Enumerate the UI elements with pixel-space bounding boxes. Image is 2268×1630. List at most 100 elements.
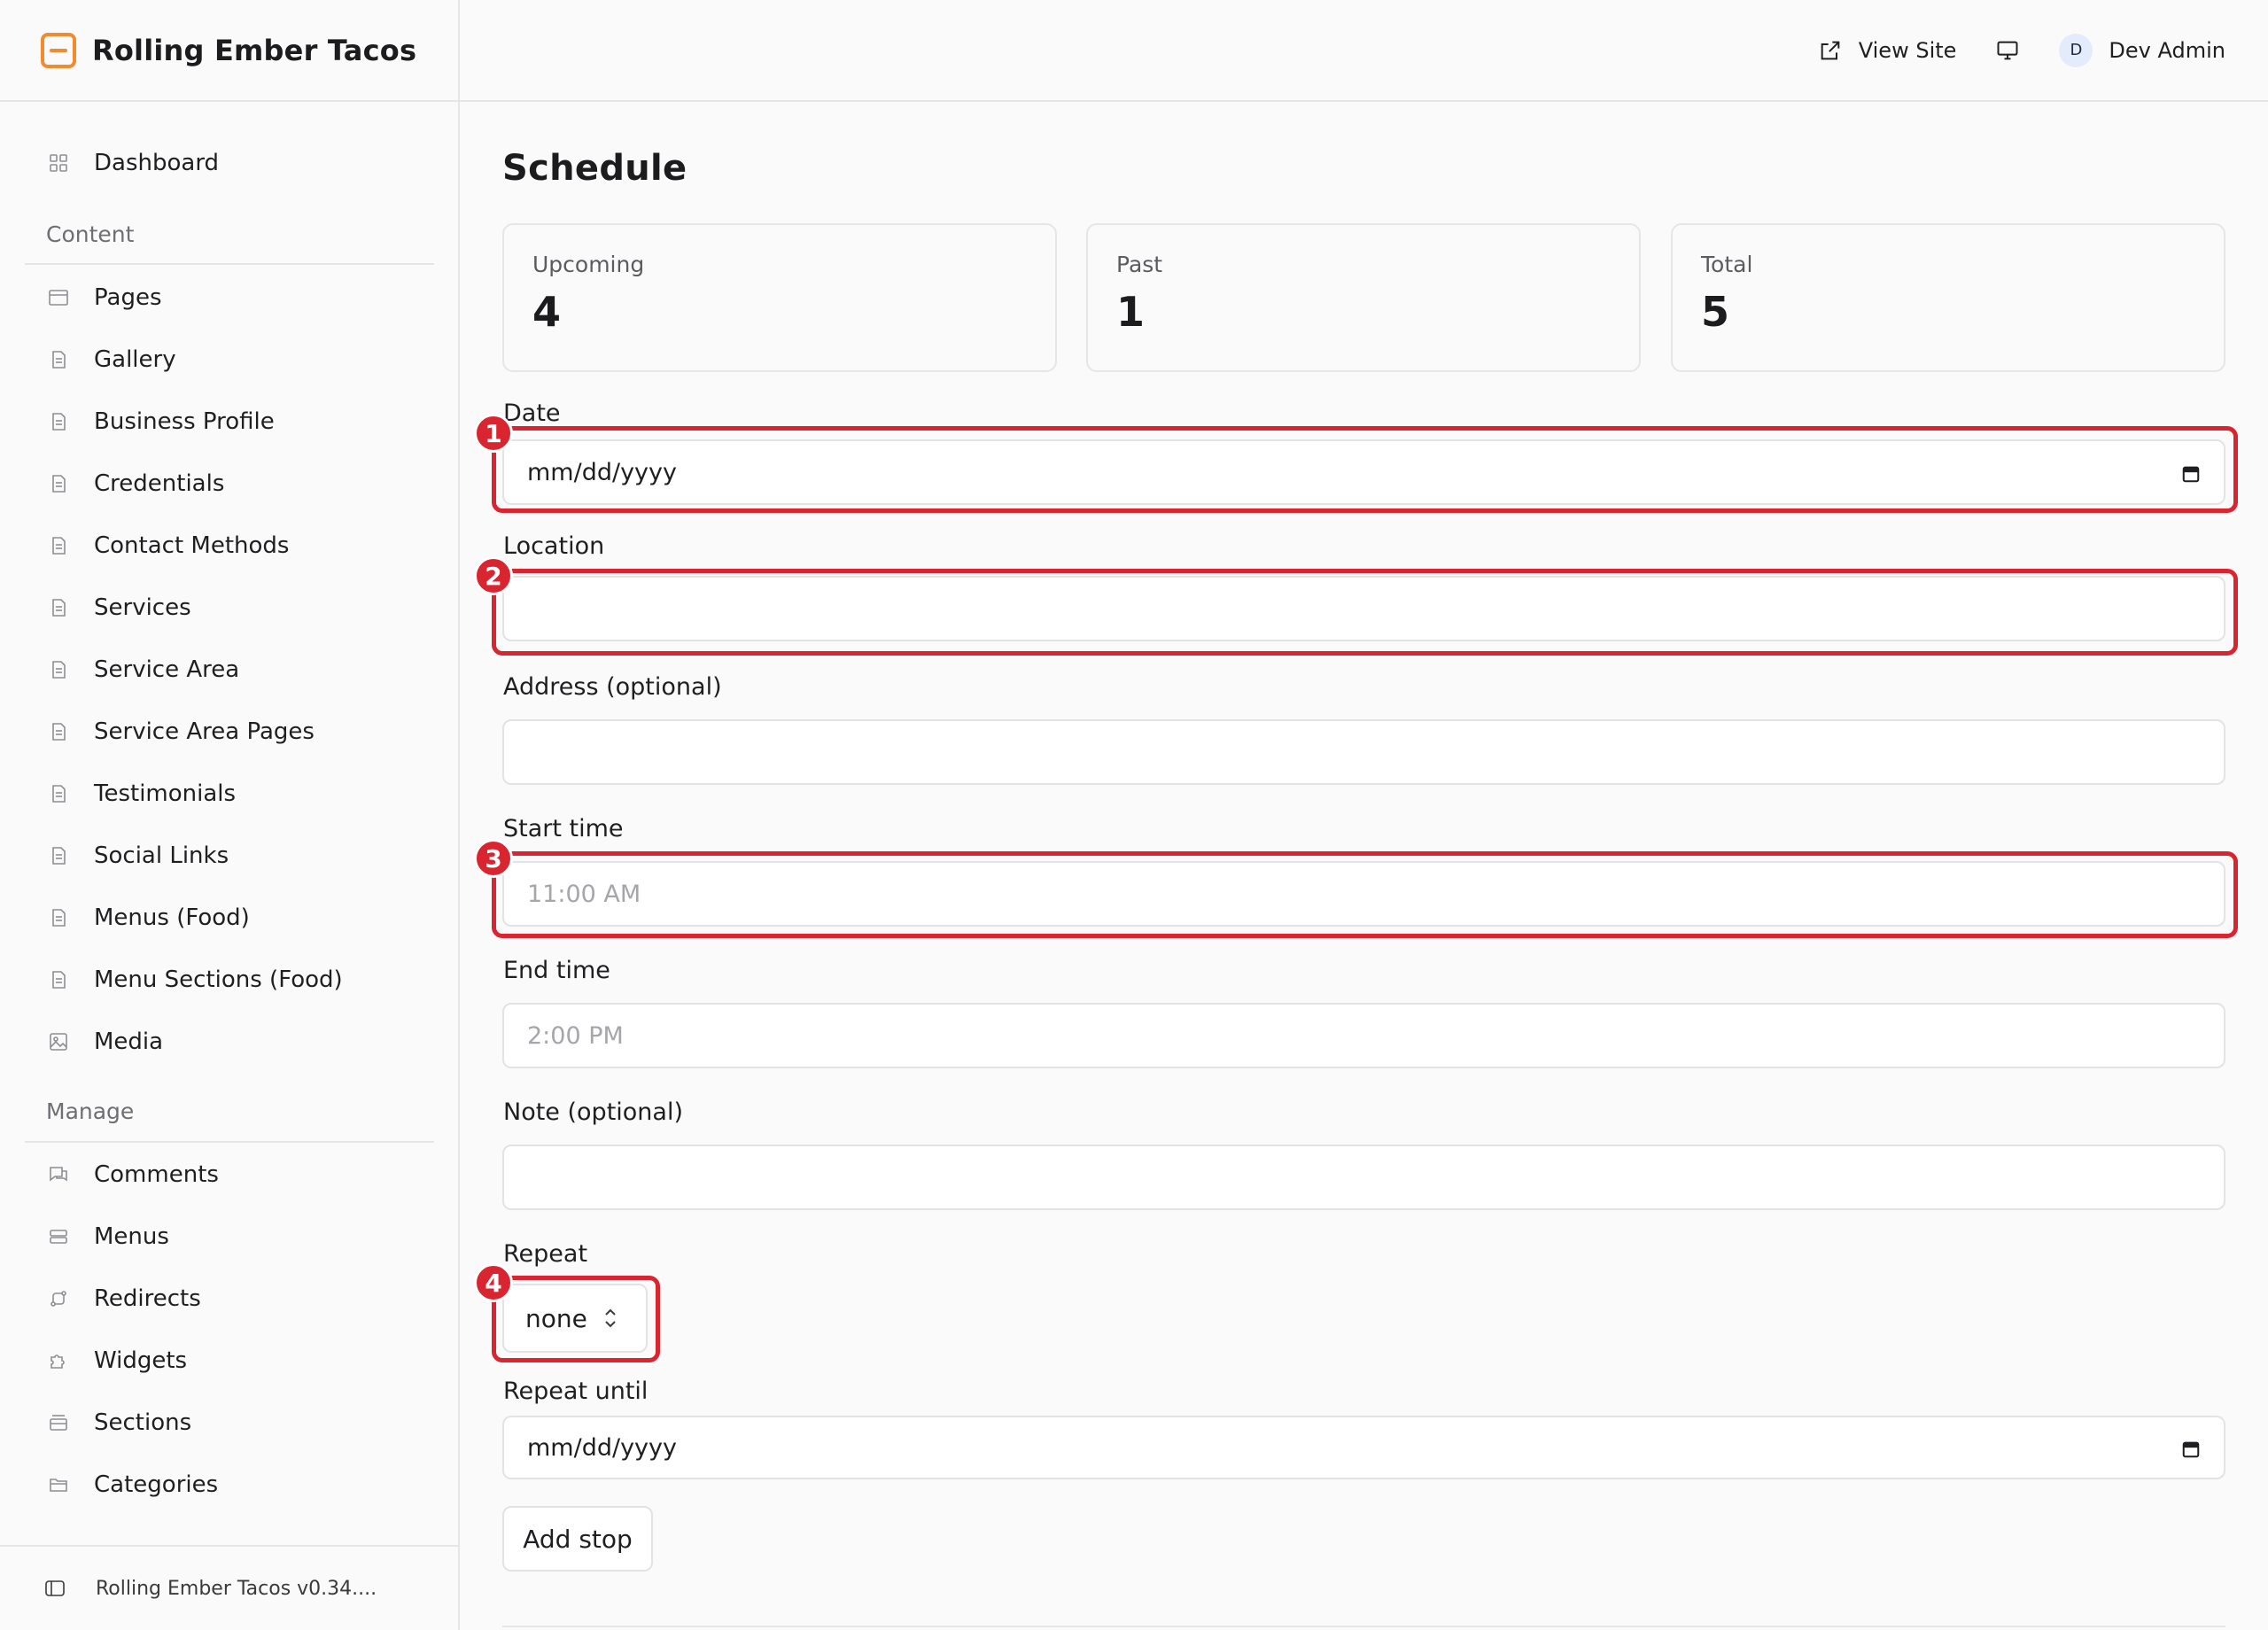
sidebar-item-label: Service Area Pages [94, 718, 315, 745]
comments-icon [48, 1163, 69, 1186]
view-site-link[interactable]: View Site [1818, 37, 1957, 63]
app-version: Rolling Ember Tacos v0.34.... [96, 1577, 377, 1600]
sidebar-item-contact-methods[interactable]: Contact Methods [25, 519, 434, 572]
sidebar-item-label: Menu Sections (Food) [94, 966, 343, 993]
document-icon [48, 906, 69, 929]
document-icon [48, 348, 69, 371]
puzzle-icon [48, 1349, 69, 1372]
calendar-icon[interactable] [2181, 1438, 2201, 1458]
end-time-label: End time [503, 957, 610, 984]
sidebar-toggle-icon[interactable] [44, 1577, 66, 1600]
date-label: Date [503, 400, 561, 427]
stat-label: Total [1701, 252, 1753, 277]
repeat-until-value: mm/dd/yyyy [527, 1433, 677, 1462]
sidebar-item-label: Media [94, 1028, 164, 1055]
sidebar-item-label: Contact Methods [94, 532, 290, 559]
sidebar-item-label: Sections [94, 1409, 192, 1436]
image-icon [48, 1030, 69, 1053]
address-label: Address (optional) [503, 673, 722, 701]
annotation-marker-4: 4 [474, 1263, 513, 1302]
sidebar-item-menus[interactable]: Menus [25, 1210, 434, 1263]
sidebar-item-label: Testimonials [94, 780, 237, 807]
sidebar-item-service-area-pages[interactable]: Service Area Pages [25, 705, 434, 758]
address-input[interactable] [502, 719, 2225, 785]
document-icon [48, 968, 69, 991]
section-divider [502, 1626, 2225, 1627]
end-time-input[interactable]: 2:00 PM [502, 1003, 2225, 1068]
sidebar-item-label: Categories [94, 1471, 219, 1498]
topbar-actions: View Site D Dev Admin [1818, 0, 2225, 100]
repeat-label: Repeat [503, 1240, 588, 1268]
document-icon [48, 534, 69, 557]
sidebar-item-menus-food[interactable]: Menus (Food) [25, 891, 434, 944]
redirect-icon [48, 1287, 69, 1310]
document-icon [48, 720, 69, 743]
sidebar-item-label: Credentials [94, 470, 225, 497]
sidebar: Rolling Ember Tacos Dashboard Content Pa… [0, 0, 460, 1630]
external-link-icon [1818, 38, 1859, 63]
sidebar-item-label: Redirects [94, 1285, 201, 1312]
sidebar-item-label: Pages [94, 284, 162, 311]
annotation-highlight-location [492, 569, 2238, 656]
sidebar-footer: Rolling Ember Tacos v0.34.... [0, 1545, 458, 1630]
stat-card-total: Total 5 [1671, 223, 2225, 372]
browser-icon [48, 286, 69, 309]
brand-name: Rolling Ember Tacos [92, 33, 417, 67]
stat-value: 4 [532, 288, 562, 336]
document-icon [48, 472, 69, 495]
sidebar-item-label: Social Links [94, 842, 229, 869]
user-menu[interactable]: D Dev Admin [2059, 33, 2225, 67]
display-toggle-button[interactable] [1993, 36, 2022, 65]
sidebar-item-sections[interactable]: Sections [25, 1396, 434, 1449]
sidebar-item-services[interactable]: Services [25, 581, 434, 634]
folder-icon [48, 1473, 69, 1496]
grid-icon [48, 151, 69, 175]
stat-label: Upcoming [532, 252, 645, 277]
sidebar-item-social-links[interactable]: Social Links [25, 829, 434, 882]
annotation-highlight-repeat [492, 1276, 660, 1362]
sidebar-item-gallery[interactable]: Gallery [25, 333, 434, 386]
sidebar-item-menu-sections-food[interactable]: Menu Sections (Food) [25, 953, 434, 1006]
sidebar-section-content: Content [46, 221, 135, 247]
note-input[interactable] [502, 1145, 2225, 1210]
sidebar-item-label: Widgets [94, 1347, 188, 1374]
page-title: Schedule [502, 148, 687, 189]
stat-card-upcoming: Upcoming 4 [502, 223, 1057, 372]
stat-label: Past [1116, 252, 1163, 277]
document-icon [48, 596, 69, 619]
sidebar-item-comments[interactable]: Comments [25, 1148, 434, 1201]
document-icon [48, 782, 69, 805]
annotation-marker-1: 1 [474, 414, 513, 453]
brand[interactable]: Rolling Ember Tacos [0, 0, 458, 102]
sidebar-item-label: Dashboard [94, 150, 220, 176]
avatar: D [2059, 33, 2093, 67]
document-icon [48, 658, 69, 681]
add-stop-button[interactable]: Add stop [502, 1506, 653, 1572]
topbar: View Site D Dev Admin [460, 0, 2268, 102]
sidebar-item-label: Services [94, 594, 191, 621]
document-icon [48, 844, 69, 867]
repeat-until-input[interactable]: mm/dd/yyyy [502, 1416, 2225, 1479]
sidebar-item-service-area[interactable]: Service Area [25, 643, 434, 696]
sidebar-item-redirects[interactable]: Redirects [25, 1272, 434, 1325]
sidebar-item-dashboard[interactable]: Dashboard [25, 136, 434, 190]
sidebar-item-pages[interactable]: Pages [25, 271, 434, 324]
annotation-highlight-start-time [492, 851, 2238, 938]
sidebar-item-categories[interactable]: Categories [25, 1458, 434, 1511]
sections-icon [48, 1411, 69, 1434]
annotation-marker-3: 3 [474, 839, 513, 878]
sidebar-item-widgets[interactable]: Widgets [25, 1334, 434, 1387]
annotation-highlight-date [492, 426, 2238, 513]
sidebar-item-credentials[interactable]: Credentials [25, 457, 434, 510]
sidebar-item-media[interactable]: Media [25, 1015, 434, 1068]
sidebar-item-label: Service Area [94, 656, 240, 683]
sidebar-item-business-profile[interactable]: Business Profile [25, 395, 434, 448]
stat-value: 1 [1116, 288, 1146, 336]
start-time-label: Start time [503, 815, 624, 842]
view-site-label: View Site [1858, 37, 1957, 63]
sidebar-item-label: Business Profile [94, 408, 275, 435]
sidebar-item-label: Menus [94, 1223, 169, 1250]
sidebar-item-testimonials[interactable]: Testimonials [25, 767, 434, 820]
annotation-marker-2: 2 [474, 556, 513, 595]
document-icon [48, 410, 69, 433]
